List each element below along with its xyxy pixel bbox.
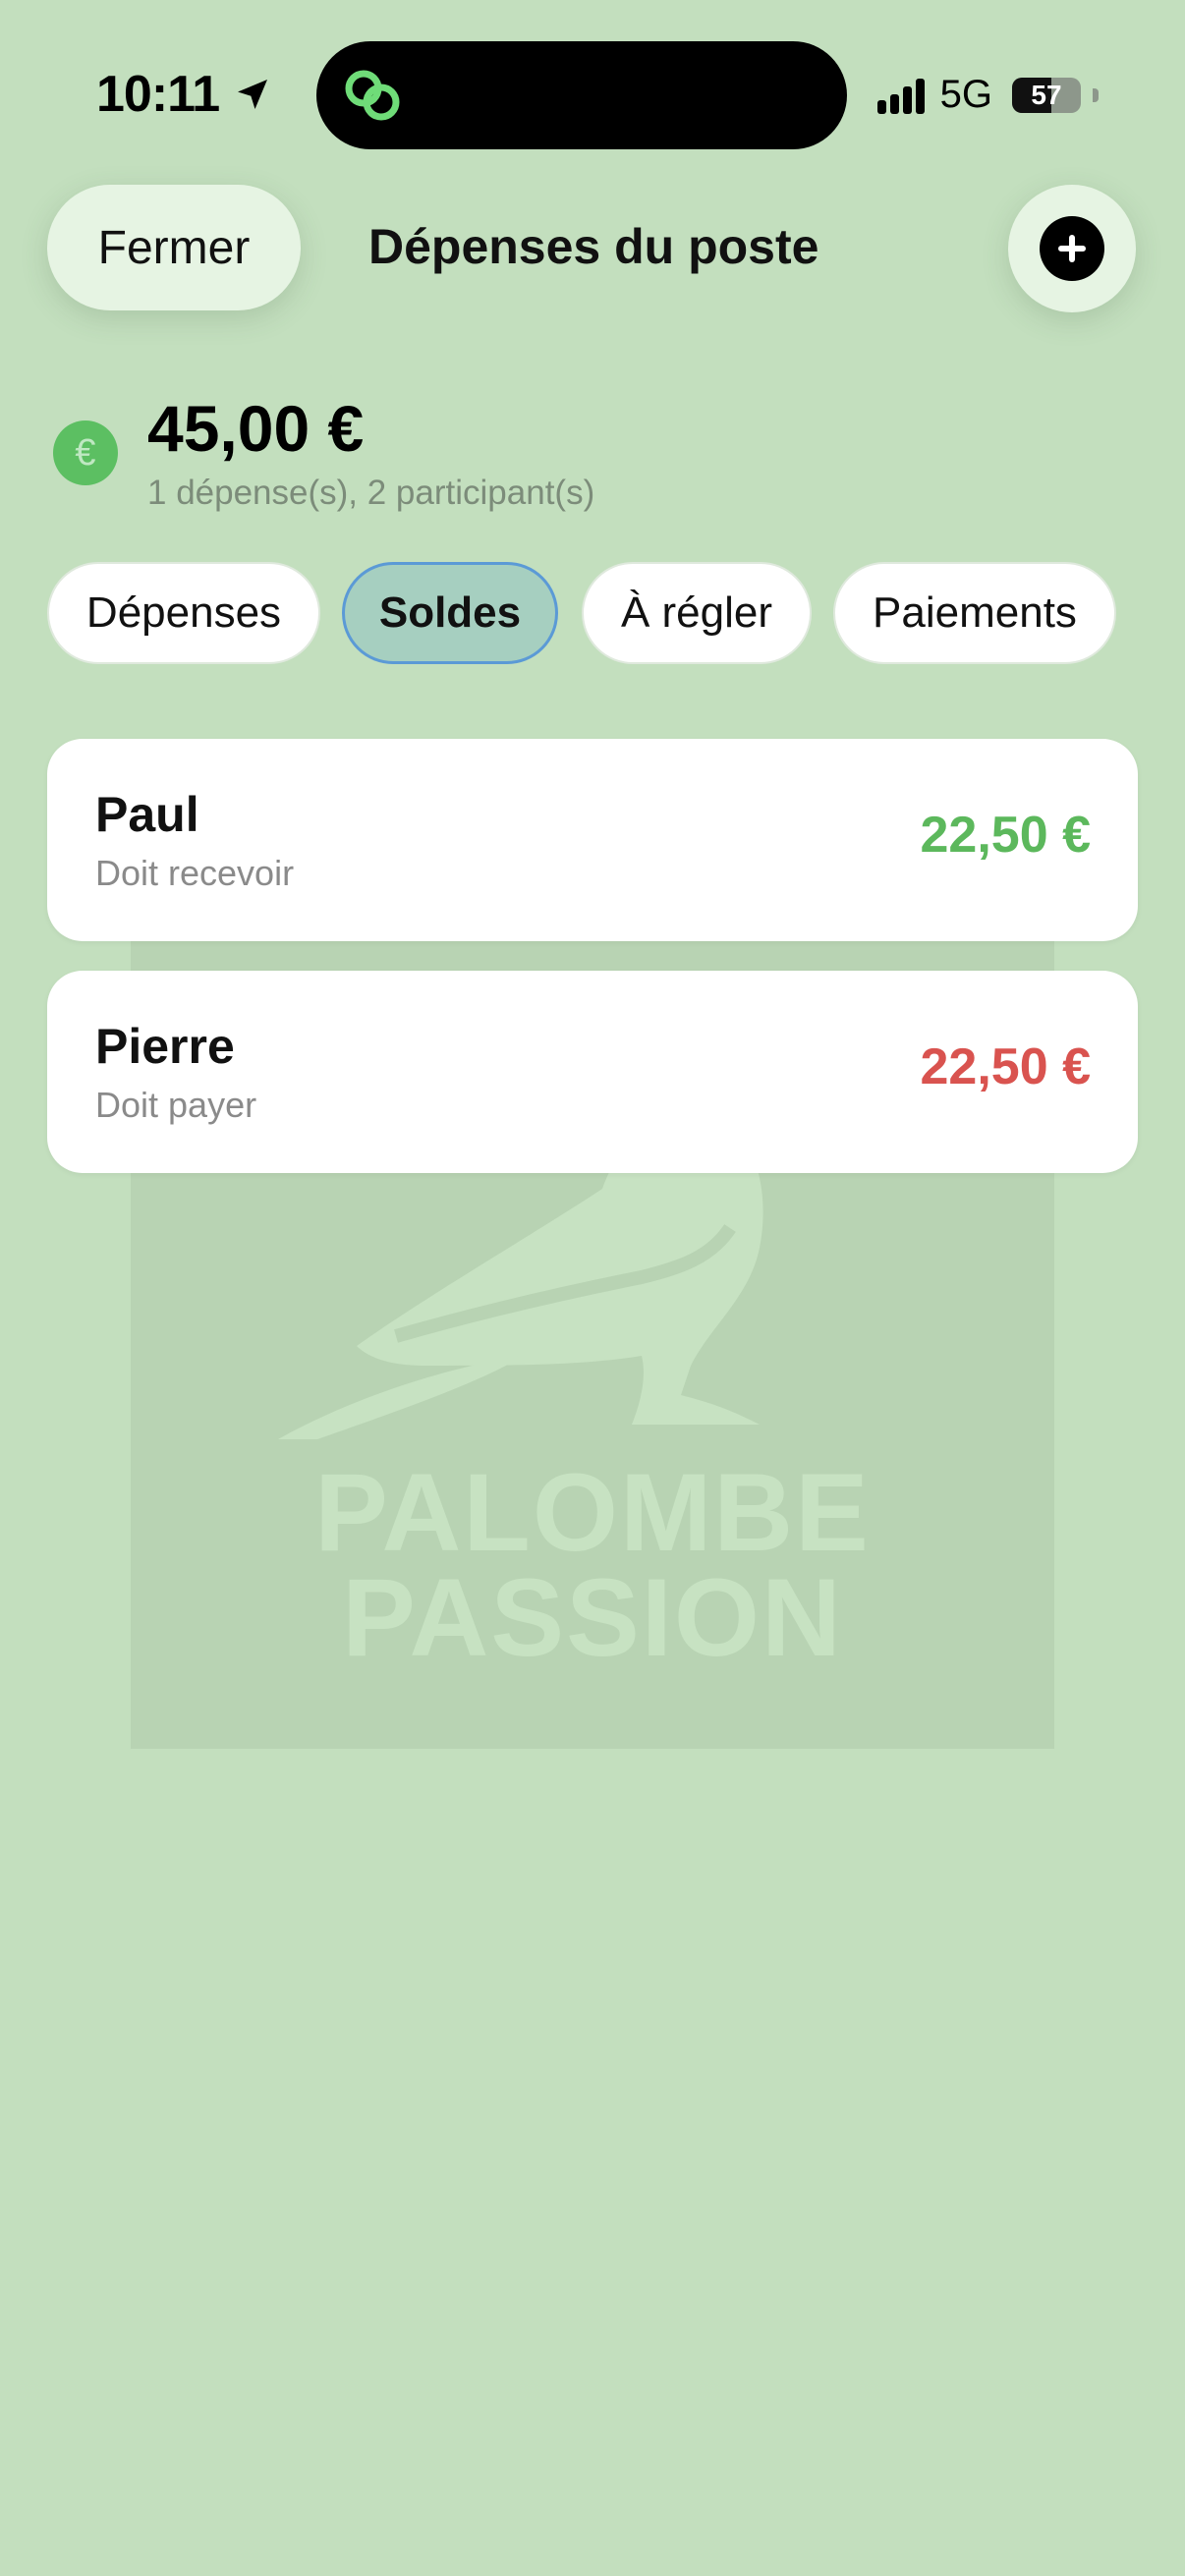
balance-card-pierre[interactable]: Pierre Doit payer 22,50 € <box>47 971 1138 1173</box>
time-label: 10:11 <box>96 66 220 123</box>
close-button[interactable]: Fermer <box>47 185 301 310</box>
balance-amount: 22,50 € <box>920 1038 1092 1095</box>
tab-depenses[interactable]: Dépenses <box>47 562 320 664</box>
battery-icon: 57 <box>1012 77 1081 113</box>
battery-label: 57 <box>1031 79 1062 110</box>
link-rings-icon <box>345 70 400 121</box>
tab-a-regler[interactable]: À régler <box>582 562 812 664</box>
balance-status: Doit recevoir <box>95 853 295 893</box>
battery-tip <box>1093 87 1099 102</box>
add-expense-button[interactable] <box>1008 185 1136 312</box>
network-label: 5G <box>939 73 992 116</box>
euro-symbol: € <box>75 431 96 474</box>
location-arrow-icon <box>238 80 268 109</box>
total-subtitle: 1 dépense(s), 2 participant(s) <box>147 474 595 512</box>
close-button-label: Fermer <box>97 221 251 274</box>
tab-label: Dépenses <box>85 588 282 637</box>
status-indicators: 5G 57 <box>876 73 1099 117</box>
page-title: Dépenses du poste <box>368 219 819 274</box>
balance-status: Doit payer <box>95 1085 257 1125</box>
tab-label: Paiements <box>873 588 1077 637</box>
balance-amount: 22,50 € <box>920 807 1092 864</box>
balance-card-paul[interactable]: Paul Doit recevoir 22,50 € <box>47 739 1138 941</box>
tab-label: À régler <box>620 588 773 637</box>
tab-label: Soldes <box>378 588 522 637</box>
tab-soldes[interactable]: Soldes <box>342 562 558 664</box>
dynamic-island <box>316 41 847 149</box>
status-bar-time: 10:11 <box>96 65 272 124</box>
total-amount: 45,00 € <box>147 392 365 465</box>
plus-icon <box>1040 216 1104 281</box>
euro-icon: € <box>53 420 118 485</box>
participant-name: Pierre <box>95 1019 235 1074</box>
signal-icon <box>876 77 925 114</box>
participant-name: Paul <box>95 787 199 842</box>
tab-paiements[interactable]: Paiements <box>833 562 1116 664</box>
watermark-line2: PASSION <box>342 1556 843 1679</box>
